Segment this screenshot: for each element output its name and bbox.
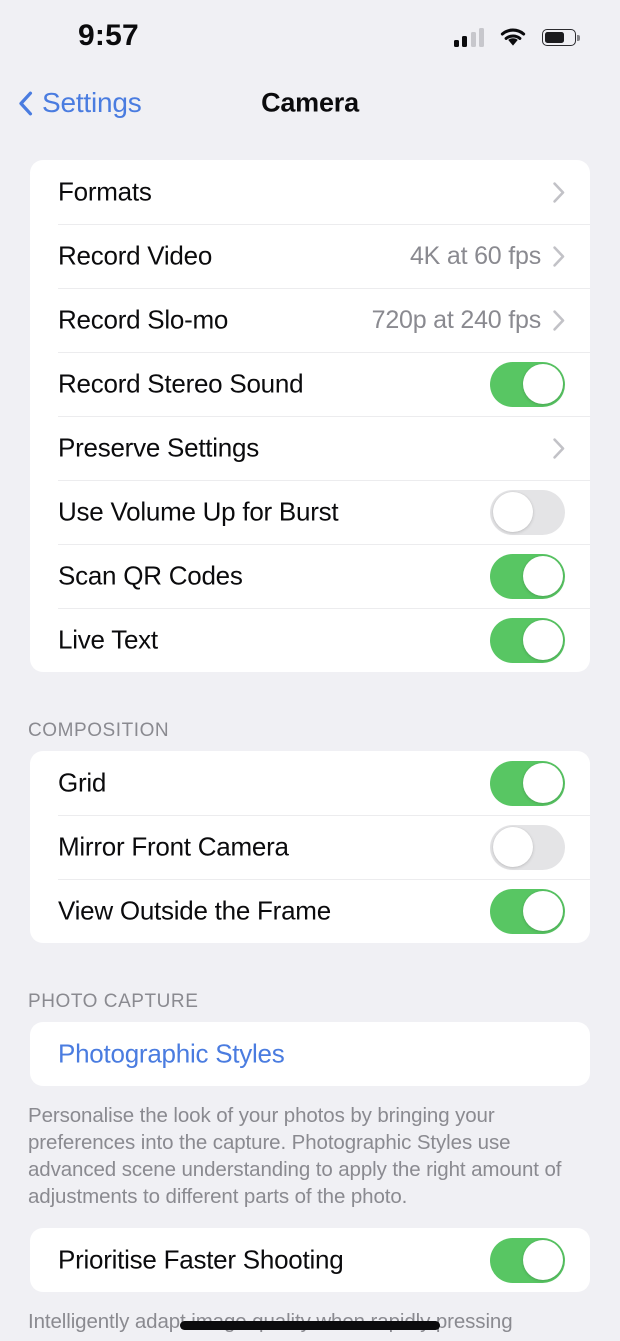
status-bar-indicators: [453, 27, 580, 48]
settings-group-2: Photographic Styles: [30, 1022, 590, 1086]
row-label: Use Volume Up for Burst: [58, 496, 339, 527]
chevron-right-icon: [553, 437, 565, 459]
toggle-knob: [522, 364, 563, 404]
settings-list: Formats Record Video 4K at 60 fps Record Sl…: [0, 160, 620, 1335]
chevron-right-icon: [553, 309, 565, 331]
row-value: 4K at 60 fps: [409, 241, 541, 270]
toggle-prioritise-faster-shooting[interactable]: [490, 1237, 565, 1283]
toggle-scan-qr-codes[interactable]: [490, 553, 565, 599]
toggle-knob: [522, 1240, 563, 1281]
status-bar-time: 9:57: [78, 19, 139, 52]
home-indicator: [180, 1321, 440, 1330]
section-header-photo-capture: PHOTO CAPTURE: [28, 991, 199, 1012]
toggle-use-volume-up-for-burst[interactable]: [490, 489, 565, 535]
row-live-text[interactable]: Live Text: [30, 608, 590, 672]
row-scan-qr-codes[interactable]: Scan QR Codes: [30, 544, 590, 608]
navigation-bar: Settings Camera: [0, 72, 620, 134]
wifi-icon: [499, 27, 527, 48]
row-use-volume-up-for-burst[interactable]: Use Volume Up for Burst: [30, 480, 590, 544]
toggle-knob: [492, 492, 533, 532]
row-label: Prioritise Faster Shooting: [58, 1244, 344, 1275]
toggle-live-text[interactable]: [490, 617, 565, 663]
status-bar: 9:57: [0, 0, 620, 72]
row-grid[interactable]: Grid: [30, 751, 590, 815]
row-formats[interactable]: Formats: [30, 160, 590, 224]
camera-settings-screen: 9:57 Settings Camera Formats Record Vide…: [0, 0, 620, 1341]
row-label: Record Video: [58, 240, 213, 271]
row-mirror-front-camera[interactable]: Mirror Front Camera: [30, 815, 590, 879]
row-record-slo-mo[interactable]: Record Slo-mo 720p at 240 fps: [30, 288, 590, 352]
settings-group-1: Grid Mirror Front Camera View Outside the …: [30, 751, 590, 943]
toggle-knob: [522, 556, 563, 596]
toggle-knob: [522, 891, 563, 931]
row-record-video[interactable]: Record Video 4K at 60 fps: [30, 224, 590, 288]
toggle-knob: [492, 827, 533, 867]
row-label: Scan QR Codes: [58, 560, 243, 591]
row-label: View Outside the Frame: [58, 895, 331, 926]
toggle-record-stereo-sound[interactable]: [490, 361, 565, 407]
row-record-stereo-sound[interactable]: Record Stereo Sound: [30, 352, 590, 416]
section-header-composition: COMPOSITION: [28, 720, 170, 741]
row-view-outside-the-frame[interactable]: View Outside the Frame: [30, 879, 590, 943]
row-prioritise-faster-shooting[interactable]: Prioritise Faster Shooting: [30, 1228, 590, 1292]
toggle-knob: [522, 763, 563, 803]
row-label: Record Slo-mo: [58, 304, 229, 335]
settings-group-0: Formats Record Video 4K at 60 fps Record Sl…: [30, 160, 590, 672]
cellular-signal-icon: [453, 27, 484, 47]
toggle-mirror-front-camera[interactable]: [490, 824, 565, 870]
row-label: Formats: [58, 176, 152, 207]
row-preserve-settings[interactable]: Preserve Settings: [30, 416, 590, 480]
row-value: 720p at 240 fps: [371, 305, 542, 334]
chevron-right-icon: [553, 245, 565, 267]
row-label: Live Text: [58, 624, 158, 655]
settings-group-3: Prioritise Faster Shooting: [30, 1228, 590, 1293]
battery-icon: [542, 28, 580, 46]
toggle-view-outside-the-frame[interactable]: [490, 888, 565, 934]
row-label: Grid: [58, 767, 107, 798]
row-label: Record Stereo Sound: [58, 368, 304, 399]
row-photographic-styles[interactable]: Photographic Styles: [30, 1022, 590, 1086]
toggle-knob: [522, 620, 563, 660]
section-footer-2: Personalise the look of your photos by b…: [28, 1104, 562, 1209]
row-label: Mirror Front Camera: [58, 831, 289, 862]
toggle-grid[interactable]: [490, 760, 565, 806]
row-label: Photographic Styles: [58, 1038, 285, 1069]
row-label: Preserve Settings: [58, 432, 259, 463]
chevron-right-icon: [553, 181, 565, 203]
page-title: Camera: [261, 87, 359, 118]
